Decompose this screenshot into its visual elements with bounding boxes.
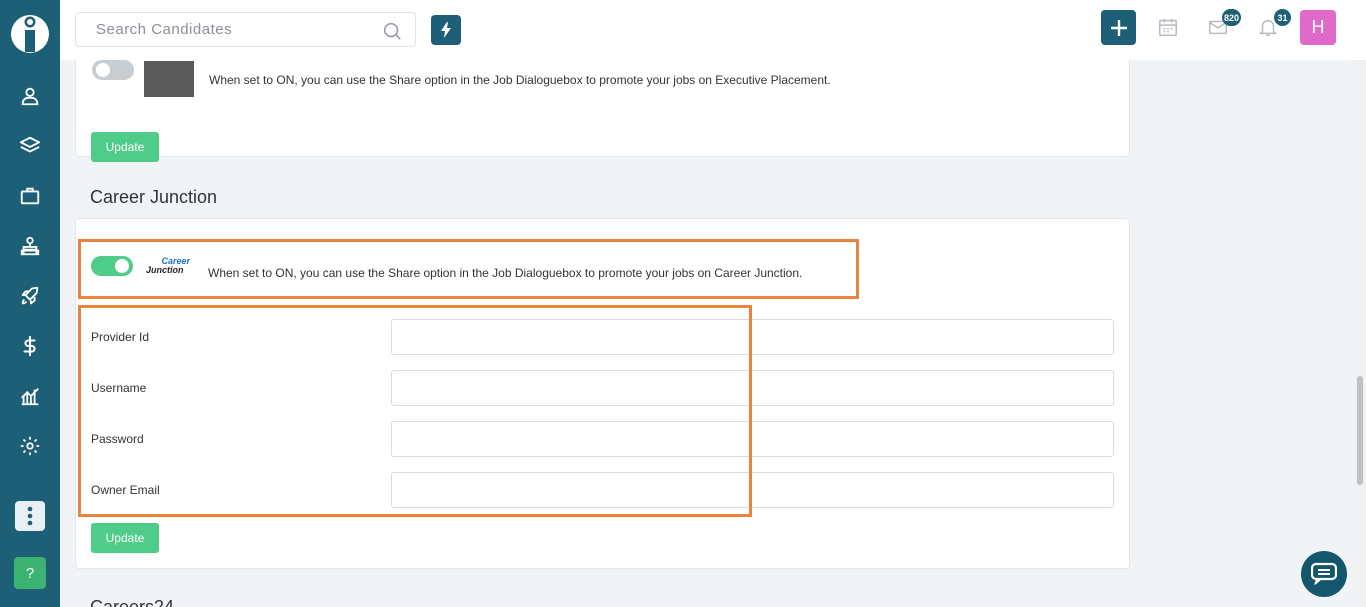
search-box	[75, 12, 416, 47]
password-label: Password	[91, 432, 144, 446]
org-chart-icon	[20, 236, 40, 256]
career-junction-toggle[interactable]	[91, 256, 133, 276]
layers-icon	[19, 136, 41, 153]
more-menu-button[interactable]	[15, 501, 45, 531]
executive-placement-update-button[interactable]: Update	[91, 132, 159, 162]
rocket-icon	[21, 286, 39, 305]
app-logo[interactable]	[10, 10, 50, 54]
briefcase-icon	[20, 187, 40, 205]
add-button[interactable]	[1101, 10, 1136, 45]
quick-action-button[interactable]	[431, 15, 461, 45]
nav-launch[interactable]	[15, 281, 45, 311]
kebab-icon	[27, 506, 33, 526]
chat-icon	[1311, 562, 1337, 585]
page-scrollbar[interactable]	[1354, 60, 1366, 607]
search-input[interactable]	[76, 13, 415, 46]
owner-email-label: Owner Email	[91, 483, 160, 497]
owner-email-input[interactable]	[391, 472, 1114, 508]
nav-jobs[interactable]	[15, 181, 45, 211]
nav-candidates[interactable]	[15, 81, 45, 111]
career-junction-update-button[interactable]: Update	[91, 523, 159, 553]
career-junction-description: When set to ON, you can use the Share op…	[208, 266, 803, 280]
provider-id-input[interactable]	[391, 319, 1114, 355]
username-label: Username	[91, 381, 147, 395]
nav-billing[interactable]	[15, 331, 45, 361]
user-avatar[interactable]: H	[1300, 10, 1336, 45]
chat-button[interactable]	[1301, 551, 1347, 597]
gear-icon	[20, 436, 40, 456]
executive-placement-toggle[interactable]	[92, 60, 134, 80]
nav-settings[interactable]	[15, 431, 45, 461]
calendar-icon	[1159, 18, 1177, 36]
executive-placement-description: When set to ON, you can use the Share op…	[209, 73, 831, 87]
executive-placement-logo	[144, 61, 194, 97]
lightning-icon	[441, 22, 451, 38]
nav-contacts[interactable]	[15, 231, 45, 261]
dollar-icon	[23, 335, 36, 357]
nav-layers[interactable]	[15, 131, 45, 161]
executive-placement-card: When set to ON, you can use the Share op…	[75, 60, 1130, 162]
nav-reports[interactable]	[15, 381, 45, 411]
analytics-icon	[21, 388, 39, 406]
mail-badge: 820	[1221, 9, 1241, 26]
calendar-button[interactable]	[1157, 16, 1181, 40]
user-icon	[21, 87, 39, 106]
scrollbar-thumb[interactable]	[1357, 376, 1363, 485]
plus-icon	[1110, 19, 1127, 36]
provider-id-label: Provider Id	[91, 330, 150, 344]
search-icon[interactable]	[381, 20, 403, 42]
password-input[interactable]	[391, 421, 1114, 457]
career-junction-logo: Career Junction	[146, 256, 190, 275]
career-junction-title: Career Junction	[90, 187, 218, 207]
username-input[interactable]	[391, 370, 1114, 406]
career-junction-card: Career Junction When set to ON, you can …	[75, 218, 1130, 569]
sidebar: ?	[0, 0, 60, 607]
help-button[interactable]: ?	[14, 557, 46, 589]
notification-badge: 31	[1274, 9, 1291, 26]
main-content: When set to ON, you can use the Share op…	[60, 60, 1354, 607]
careers24-title: Careers24	[90, 597, 175, 607]
mail-button[interactable]: 820	[1207, 9, 1241, 40]
notifications-button[interactable]: 31	[1257, 9, 1291, 40]
top-header: 820 31 H	[60, 0, 1366, 60]
